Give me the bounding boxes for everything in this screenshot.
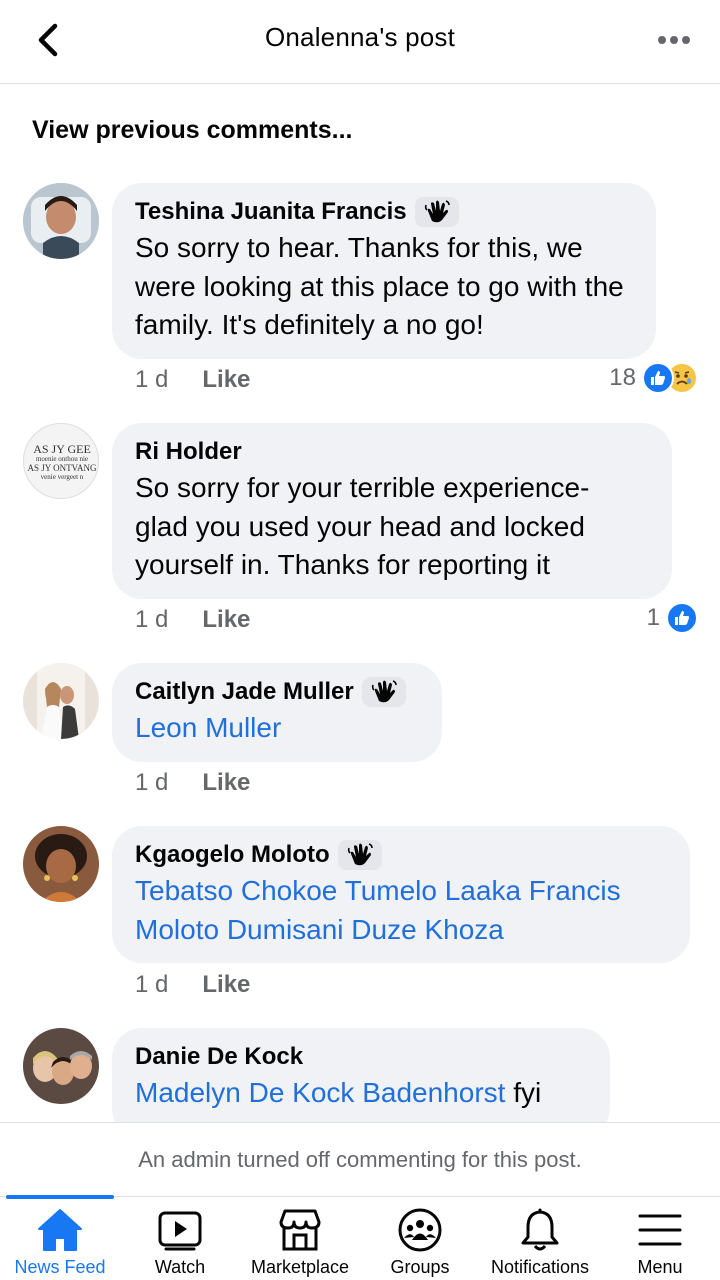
tab-label: Notifications bbox=[490, 1257, 590, 1277]
reaction-count: 1 bbox=[646, 604, 660, 631]
comment-text: Tebatso Chokoe Tumelo Laaka Francis Molo… bbox=[135, 872, 667, 949]
like-button[interactable]: Like bbox=[202, 606, 250, 634]
home-icon bbox=[38, 1209, 82, 1251]
hamburger-menu-icon bbox=[638, 1214, 682, 1246]
tab-marketplace[interactable]: Marketplace bbox=[240, 1197, 360, 1280]
reaction-count: 18 bbox=[609, 364, 636, 391]
avatar[interactable] bbox=[23, 826, 99, 902]
avatar[interactable] bbox=[23, 183, 99, 259]
author-name[interactable]: Kgaogelo Moloto bbox=[135, 840, 330, 870]
comment-bubble[interactable]: Ri Holder So sorry for your terrible exp… bbox=[112, 423, 672, 599]
comment-bubble[interactable]: Kgaogelo Moloto Tebatso Chokoe Tumelo La… bbox=[112, 826, 690, 963]
like-button[interactable]: Like bbox=[202, 366, 250, 394]
author-name[interactable]: Caitlyn Jade Muller bbox=[135, 677, 354, 707]
comment-text: So sorry to hear. Thanks for this, we we… bbox=[135, 232, 624, 340]
waving-hand-icon bbox=[361, 677, 406, 707]
tab-news-feed[interactable]: News Feed bbox=[0, 1195, 120, 1280]
tagged-user-link[interactable]: Leon Muller bbox=[135, 712, 281, 743]
comment-author[interactable]: Caitlyn Jade Muller bbox=[135, 677, 419, 707]
more-options-button[interactable] bbox=[654, 22, 694, 58]
comment-bubble[interactable]: Caitlyn Jade Muller Leon Muller bbox=[112, 663, 442, 762]
comment-meta: 1 d Like bbox=[135, 971, 250, 999]
comment-meta: 1 d Like bbox=[135, 606, 250, 634]
avatar[interactable]: AS JY GEE moenie onthou nie AS JY ONTVAN… bbox=[23, 423, 99, 499]
bottom-tab-bar: News Feed Watch Marketplace Groups Notif… bbox=[0, 1195, 720, 1280]
comment-time[interactable]: 1 d bbox=[135, 769, 168, 797]
comment-author[interactable]: Ri Holder bbox=[135, 437, 649, 467]
tab-label: Marketplace bbox=[250, 1257, 350, 1277]
avatar-text: AS JY GEE bbox=[33, 442, 91, 456]
waving-hand-icon bbox=[414, 197, 459, 227]
author-name[interactable]: Danie De Kock bbox=[135, 1042, 303, 1072]
comment-text: Madelyn De Kock Badenhorst fyi bbox=[135, 1074, 587, 1113]
avatar[interactable] bbox=[23, 663, 99, 739]
tab-notifications[interactable]: Notifications bbox=[480, 1197, 600, 1280]
comment-text: So sorry for your terrible experience- g… bbox=[135, 472, 590, 580]
comment-text: Leon Muller bbox=[135, 709, 419, 748]
post-header: Onalenna's post bbox=[0, 0, 720, 84]
like-button[interactable]: Like bbox=[202, 971, 250, 999]
tagged-user-link[interactable]: Madelyn De Kock Badenhorst bbox=[135, 1077, 505, 1108]
avatar[interactable] bbox=[23, 1028, 99, 1104]
comment-time[interactable]: 1 d bbox=[135, 606, 168, 634]
comment-text-suffix: fyi bbox=[513, 1077, 542, 1108]
author-name[interactable]: Teshina Juanita Francis bbox=[135, 197, 407, 227]
waving-hand-icon bbox=[337, 840, 382, 870]
author-name[interactable]: Ri Holder bbox=[135, 437, 242, 467]
comment-time[interactable]: 1 d bbox=[135, 366, 168, 394]
comment-author[interactable]: Danie De Kock bbox=[135, 1042, 587, 1072]
shop-icon bbox=[279, 1209, 321, 1251]
view-previous-comments-link[interactable]: View previous comments... bbox=[32, 116, 352, 145]
tab-label: Groups bbox=[390, 1257, 450, 1277]
more-horizontal-icon bbox=[658, 36, 690, 44]
tab-groups[interactable]: Groups bbox=[360, 1197, 480, 1280]
commenting-disabled-notice: An admin turned off commenting for this … bbox=[0, 1122, 720, 1196]
video-icon bbox=[158, 1211, 202, 1251]
thumbs-up-icon bbox=[642, 362, 674, 394]
tab-label: Watch bbox=[154, 1257, 206, 1277]
avatar-text: AS JY ONTVANG bbox=[27, 463, 97, 473]
groups-icon bbox=[398, 1208, 442, 1252]
avatar-text: moenie onthou nie bbox=[35, 455, 89, 463]
comment-meta: 1 d Like bbox=[135, 366, 250, 394]
thumbs-up-icon bbox=[666, 602, 698, 634]
tagged-user-link[interactable]: Tebatso Chokoe Tumelo Laaka Francis Molo… bbox=[135, 875, 621, 945]
tab-label: Menu bbox=[637, 1257, 683, 1277]
tab-menu[interactable]: Menu bbox=[600, 1197, 720, 1280]
bell-icon bbox=[521, 1208, 559, 1251]
admin-notice-text: An admin turned off commenting for this … bbox=[138, 1146, 582, 1172]
avatar-text: venie vergeet n bbox=[40, 473, 84, 481]
like-button[interactable]: Like bbox=[202, 769, 250, 797]
tab-watch[interactable]: Watch bbox=[120, 1197, 240, 1280]
reaction-summary[interactable]: 1 bbox=[647, 602, 698, 634]
comment-author[interactable]: Teshina Juanita Francis bbox=[135, 197, 633, 227]
reaction-summary[interactable]: 18 bbox=[609, 362, 698, 394]
comment-bubble[interactable]: Teshina Juanita Francis So sorry to hear… bbox=[112, 183, 656, 359]
tab-label: News Feed bbox=[14, 1257, 106, 1277]
comment-meta: 1 d Like bbox=[135, 769, 250, 797]
page-title: Onalenna's post bbox=[264, 22, 456, 52]
comment-author[interactable]: Kgaogelo Moloto bbox=[135, 840, 667, 870]
comment-time[interactable]: 1 d bbox=[135, 971, 168, 999]
